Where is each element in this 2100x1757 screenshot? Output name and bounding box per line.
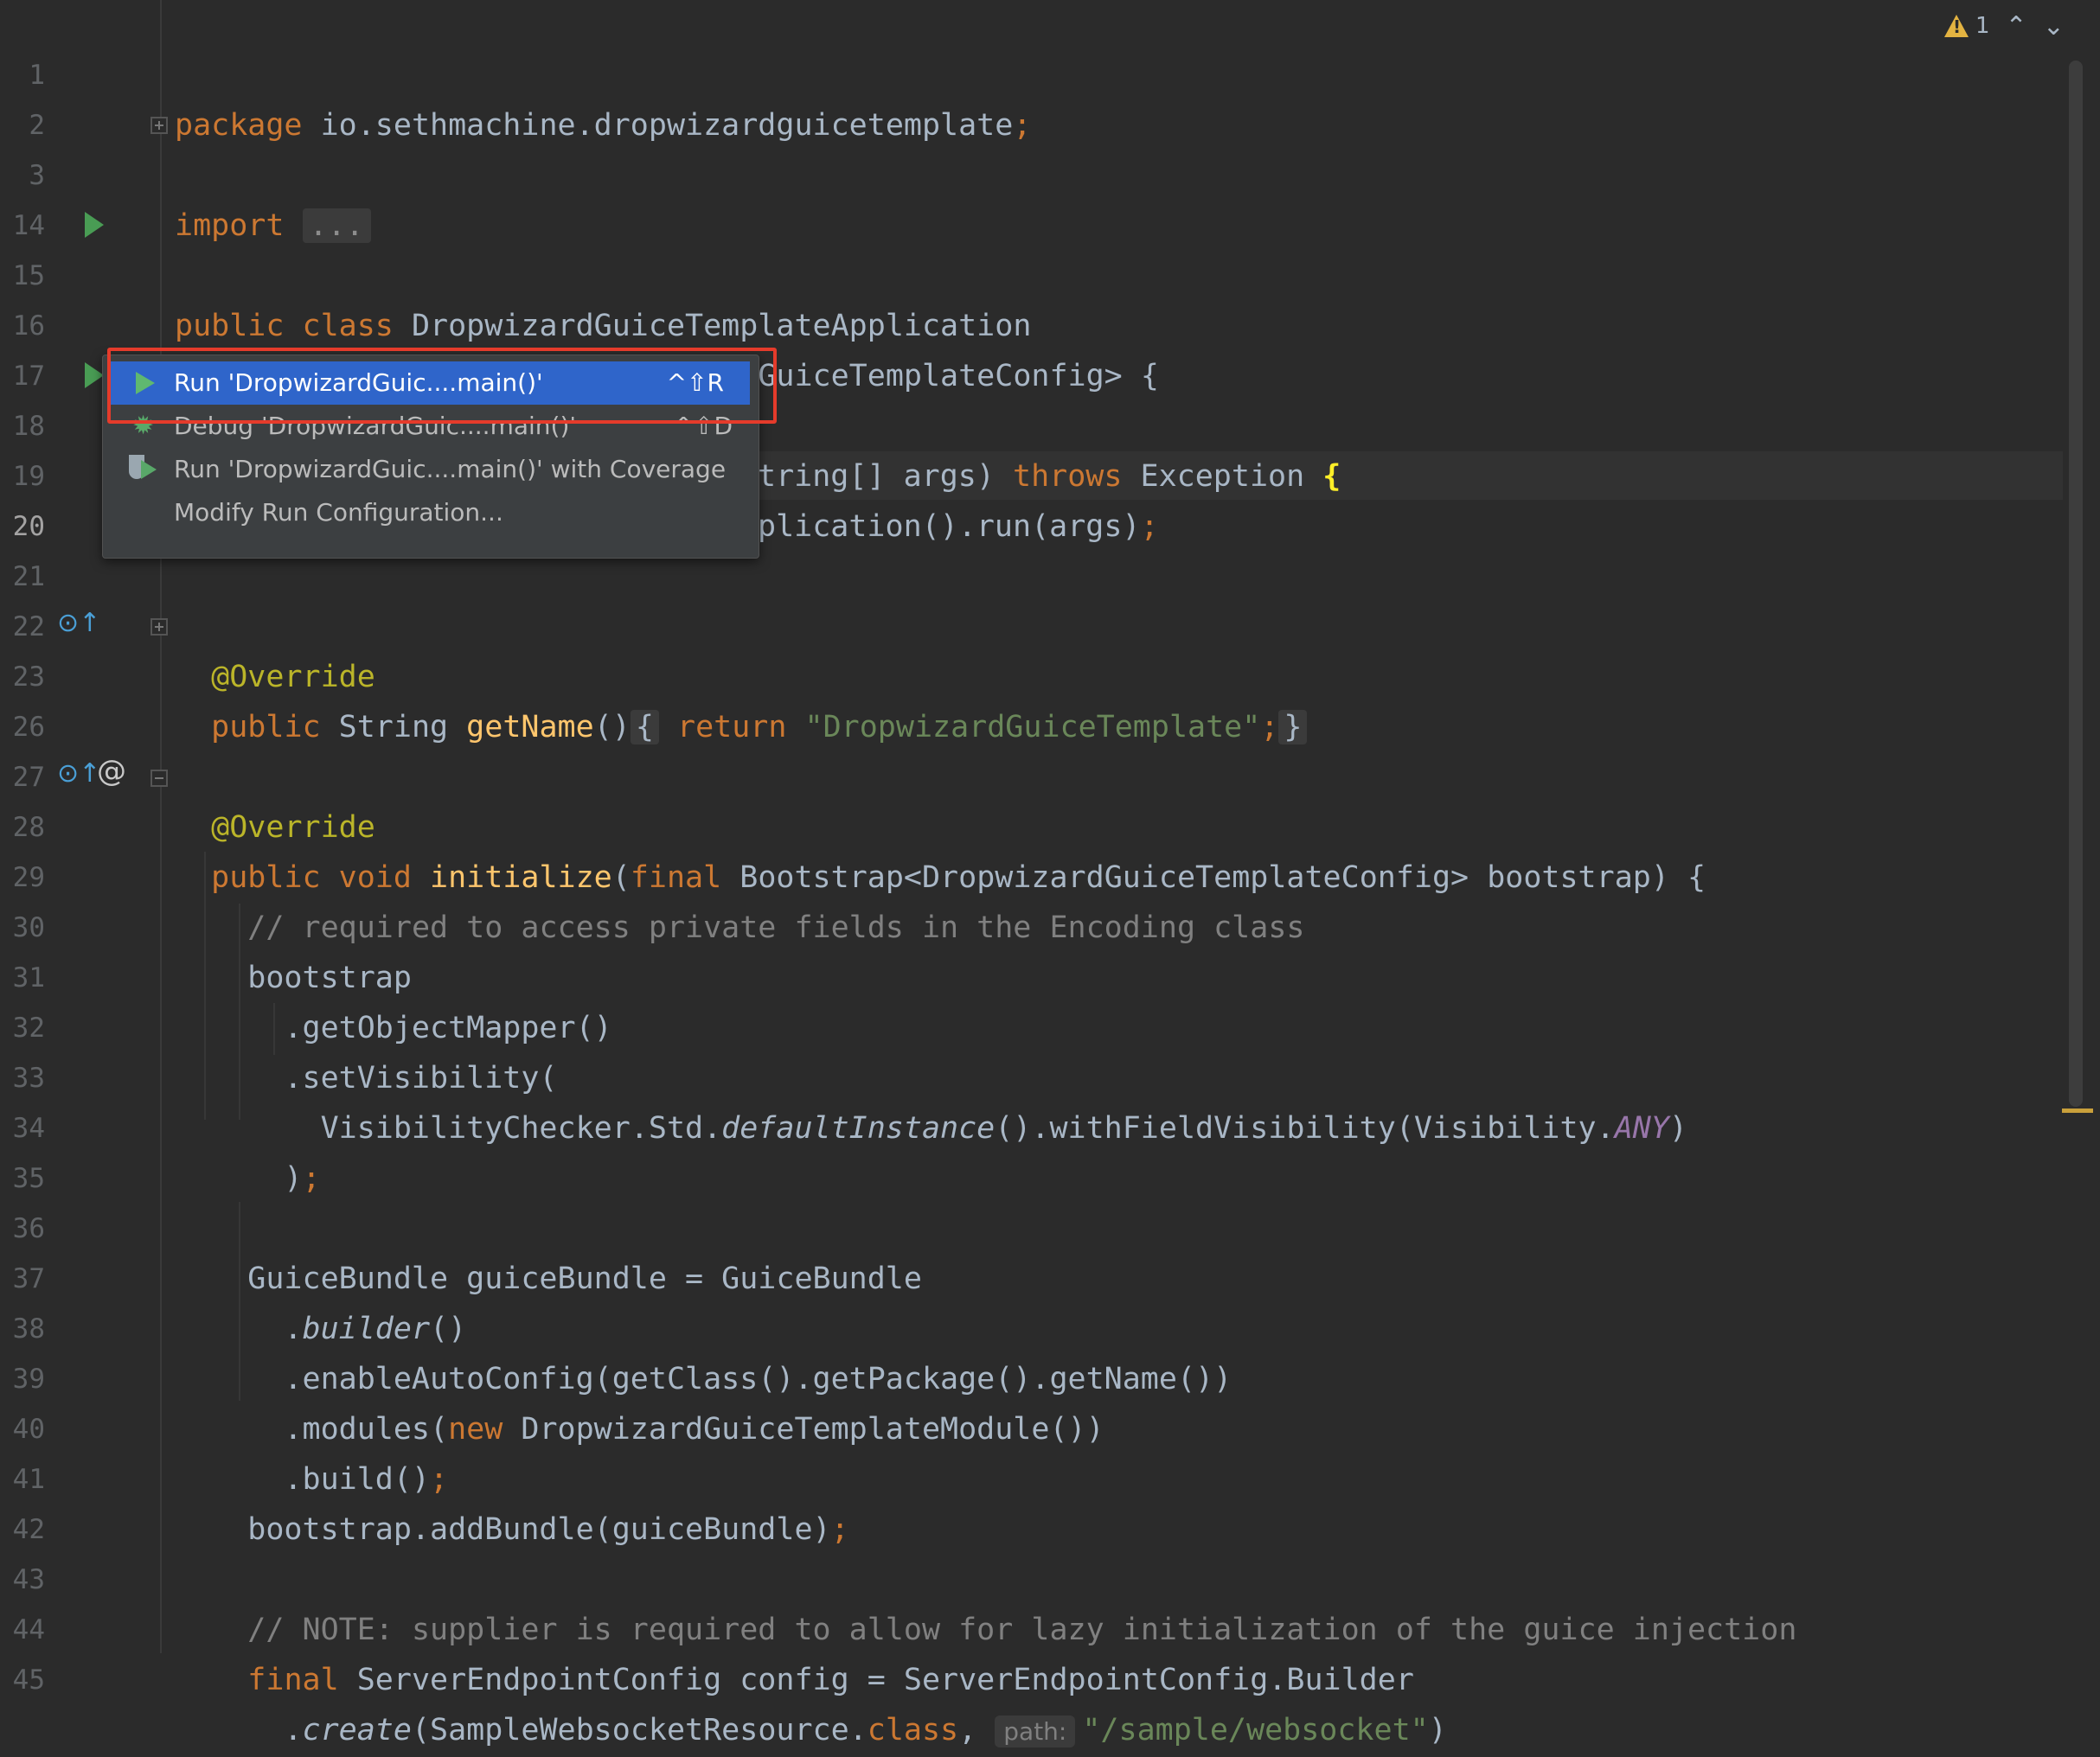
menu-item-label: Run 'DropwizardGuic....main()' with Cove… — [174, 455, 727, 483]
code-line: 29 // required to access private fields … — [0, 802, 1305, 945]
code-text[interactable]: // NOTE: supplier is required to allow f… — [175, 1605, 1796, 1655]
code-text[interactable]: bootstrap — [175, 953, 412, 1003]
folded-imports[interactable]: ... — [302, 208, 371, 243]
code-line: 14 — [0, 150, 45, 241]
code-line: 15 public class DropwizardGuiceTemplateA… — [0, 201, 1032, 343]
vertical-scrollbar[interactable] — [2069, 61, 2083, 1107]
parameter-hint: path: — [995, 1715, 1076, 1747]
code-text[interactable]: ); — [175, 1153, 320, 1204]
menu-item-run[interactable]: Run 'DropwizardGuic....main()' ^⇧R — [108, 361, 750, 405]
code-text[interactable]: public class DropwizardGuiceTemplateAppl… — [175, 301, 1031, 351]
code-text[interactable]: .create(SampleWebsocketResource.class, p… — [175, 1705, 1447, 1757]
code-text[interactable]: // required to access private fields in … — [175, 903, 1304, 953]
code-text[interactable]: @Override — [175, 802, 375, 853]
code-line: 31 .getObjectMapper() — [0, 903, 612, 1045]
inspection-widget[interactable]: 1 ⌃ ⌄ — [1944, 9, 2065, 43]
run-class-icon[interactable] — [85, 212, 104, 238]
run-main-icon[interactable] — [85, 362, 104, 388]
run-icon — [136, 372, 155, 394]
code-line: 41 bootstrap.addBundle(guiceBundle); — [0, 1404, 849, 1547]
code-line: 2 — [0, 50, 45, 141]
menu-item-label: Modify Run Configuration... — [174, 498, 503, 527]
code-line: 32 .setVisibility( — [0, 953, 558, 1096]
code-text[interactable]: public void initialize(final Bootstrap<D… — [175, 853, 1706, 903]
code-line: 40 .build(); — [0, 1354, 448, 1497]
menu-item-shortcut: ^⇧D — [673, 412, 733, 440]
collapse-fold-icon[interactable] — [150, 770, 168, 787]
code-line: 26 — [0, 652, 45, 743]
code-line: 23 public String getName(){ return "Drop… — [0, 602, 1308, 744]
code-line: 1 package io.sethmachine.dropwizardguice… — [0, 0, 1031, 143]
code-text[interactable]: plication().run(args); — [758, 502, 1159, 552]
code-text[interactable]: .getObjectMapper() — [175, 1003, 611, 1053]
code-line: 37 .builder() — [0, 1204, 467, 1346]
code-line: 19 plication().run(args); — [0, 401, 1159, 544]
code-line: 39 .modules(new DropwizardGuiceTemplateM… — [0, 1304, 1104, 1447]
code-line: 20 — [0, 451, 45, 542]
warning-count: 1 — [1975, 13, 1990, 39]
code-line: 16 extends Application<DropwizardGuiceTe… — [0, 251, 1159, 393]
override-icon[interactable]: ⊙↑ — [57, 608, 100, 638]
code-text[interactable]: .builder() — [175, 1304, 466, 1354]
warning-icon — [1944, 15, 1969, 37]
code-text[interactable]: package io.sethmachine.dropwizardguicete… — [175, 100, 1031, 150]
menu-item-debug[interactable]: ✹ Debug 'DropwizardGuic....main()' ^⇧D — [103, 405, 759, 448]
code-text[interactable]: .enableAutoConfig(getClass().getPackage(… — [175, 1354, 1232, 1404]
code-line: 38 .enableAutoConfig(getClass().getPacka… — [0, 1254, 1232, 1396]
menu-item-shortcut: ^⇧R — [666, 368, 724, 397]
code-line: 43 // NOTE: supplier is required to allo… — [0, 1505, 1797, 1647]
menu-item-label: Run 'DropwizardGuic....main()' — [174, 368, 543, 397]
code-line: 17 — [0, 301, 45, 392]
menu-item-label: Debug 'DropwizardGuic....main()' — [174, 412, 577, 440]
chevron-down-icon[interactable]: ⌄ — [2043, 11, 2065, 42]
code-line: 34 ); — [0, 1053, 321, 1196]
code-line: 44 final ServerEndpointConfig config = S… — [0, 1555, 1414, 1697]
code-text[interactable]: import ... — [175, 201, 371, 251]
run-context-menu: Run 'DropwizardGuic....main()' ^⇧R ✹ Deb… — [102, 355, 759, 559]
code-text[interactable]: tring[] args) throws Exception { — [758, 451, 1341, 502]
override-icon[interactable]: ⊙↑ — [57, 758, 100, 789]
code-text[interactable]: public String getName(){ return "Dropwiz… — [175, 702, 1308, 752]
code-text[interactable]: .setVisibility( — [175, 1053, 557, 1103]
expand-fold-icon[interactable] — [150, 117, 168, 134]
line-number: 45 — [12, 1664, 45, 1696]
code-text[interactable]: .modules(new DropwizardGuiceTemplateModu… — [175, 1404, 1104, 1454]
code-text[interactable]: @Override — [175, 652, 375, 702]
at-sign-icon[interactable]: @ — [97, 754, 126, 789]
expand-fold-icon[interactable] — [150, 618, 168, 636]
code-line: 3 import ... — [0, 100, 371, 243]
debug-icon: ✹ — [132, 411, 155, 441]
menu-item-run-with-coverage[interactable]: Run 'DropwizardGuic....main()' with Cove… — [103, 448, 759, 491]
code-text[interactable]: .build(); — [175, 1454, 448, 1505]
code-line: 28 public void initialize(final Bootstra… — [0, 752, 1706, 895]
code-line: 22 @Override — [0, 552, 375, 694]
gutter-separator — [160, 0, 162, 1653]
code-text[interactable]: VisibilityChecker.Std.defaultInstance().… — [175, 1103, 1687, 1153]
code-line: 21 — [0, 502, 45, 592]
menu-item-modify-run-configuration[interactable]: Modify Run Configuration... — [103, 491, 759, 534]
code-line: 35 — [0, 1103, 45, 1194]
code-line: 36 GuiceBundle guiceBundle = GuiceBundle — [0, 1153, 922, 1296]
chevron-up-icon[interactable]: ⌃ — [2006, 11, 2027, 42]
code-line: 27 @Override — [0, 702, 375, 845]
code-text[interactable]: bootstrap.addBundle(guiceBundle); — [175, 1505, 848, 1555]
code-line: 42 — [0, 1454, 45, 1545]
code-line: 33 VisibilityChecker.Std.defaultInstance… — [0, 1003, 1687, 1146]
code-line: 18 tring[] args) throws Exception { — [0, 351, 1341, 494]
warning-stripe-marker[interactable] — [2062, 1109, 2093, 1113]
code-line: 30 bootstrap — [0, 853, 412, 995]
code-line: 45 .create(SampleWebsocketResource.class… — [0, 1605, 1447, 1747]
code-text[interactable]: GuiceBundle guiceBundle = GuiceBundle — [175, 1254, 922, 1304]
code-text[interactable]: final ServerEndpointConfig config = Serv… — [175, 1655, 1414, 1705]
